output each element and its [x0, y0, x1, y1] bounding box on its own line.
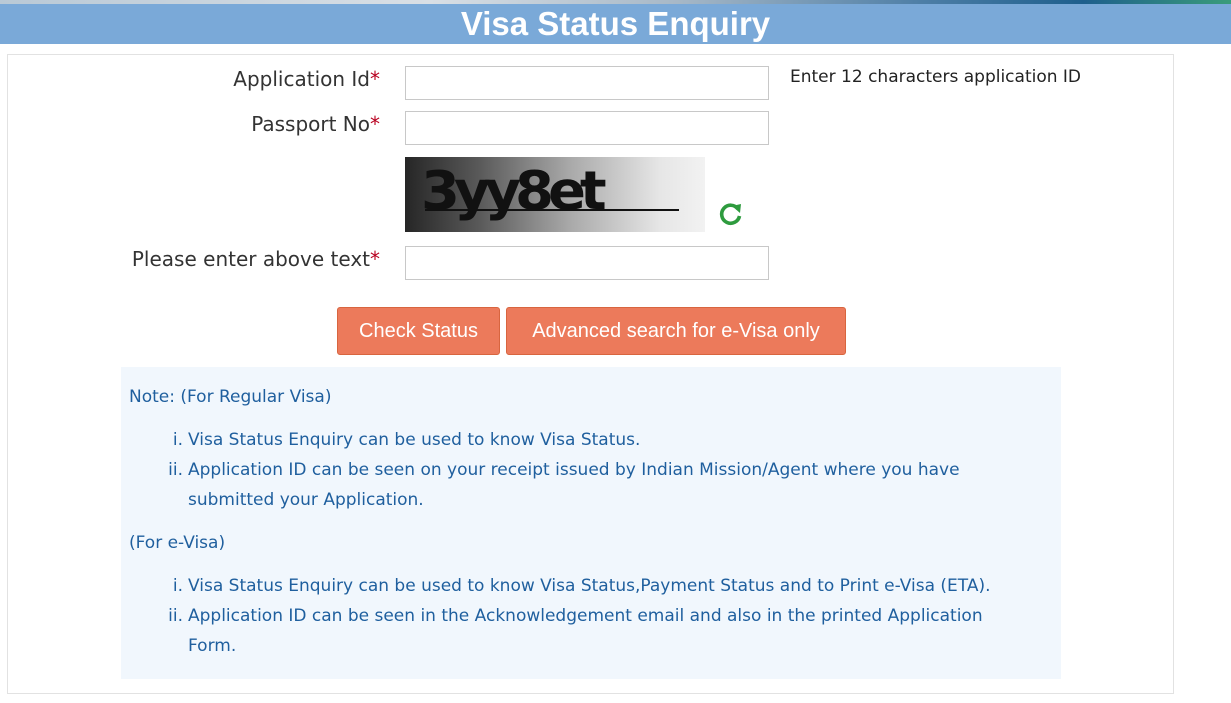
application-id-label-text: Application Id — [233, 67, 370, 91]
passport-no-label-text: Passport No — [251, 112, 370, 136]
list-item-number: i. — [172, 430, 183, 450]
page-title: Visa Status Enquiry — [460, 5, 771, 42]
application-id-input[interactable] — [405, 66, 769, 100]
list-item: Visa Status Enquiry can be used to know … — [188, 576, 991, 596]
captcha-text: 3yy8et — [421, 160, 607, 223]
regular-visa-note-heading: Note: (For Regular Visa) — [129, 387, 332, 407]
passport-no-input[interactable] — [405, 111, 769, 145]
captcha-image: 3yy8et — [405, 157, 705, 232]
captcha-input-label: Please enter above text* — [132, 247, 380, 271]
application-id-hint: Enter 12 characters application ID — [790, 67, 1082, 87]
list-item: Application ID can be seen in the Acknow… — [188, 606, 983, 626]
evisa-note-heading: (For e-Visa) — [129, 533, 226, 553]
application-id-label: Application Id* — [233, 67, 380, 91]
passport-no-label: Passport No* — [251, 112, 380, 136]
required-marker: * — [370, 67, 380, 91]
list-item: Visa Status Enquiry can be used to know … — [188, 430, 641, 450]
list-item-number: ii. — [168, 460, 183, 480]
list-item-continuation: Form. — [188, 636, 237, 656]
captcha-strike-line — [425, 209, 679, 211]
required-marker: * — [370, 112, 380, 136]
list-item: Application ID can be seen on your recei… — [188, 460, 960, 480]
check-status-button[interactable]: Check Status — [337, 307, 500, 355]
list-item-number: ii. — [168, 606, 183, 626]
required-marker: * — [370, 247, 380, 271]
list-item-continuation: submitted your Application. — [188, 490, 424, 510]
advanced-search-button[interactable]: Advanced search for e-Visa only — [506, 307, 846, 355]
list-item-number: i. — [172, 576, 183, 596]
captcha-input-label-text: Please enter above text — [131, 247, 370, 271]
captcha-input[interactable] — [405, 246, 769, 280]
refresh-icon[interactable] — [717, 200, 745, 228]
title-bar: Visa Status Enquiry — [0, 4, 1231, 44]
notes-box: Note: (For Regular Visa) i. Visa Status … — [121, 367, 1061, 679]
